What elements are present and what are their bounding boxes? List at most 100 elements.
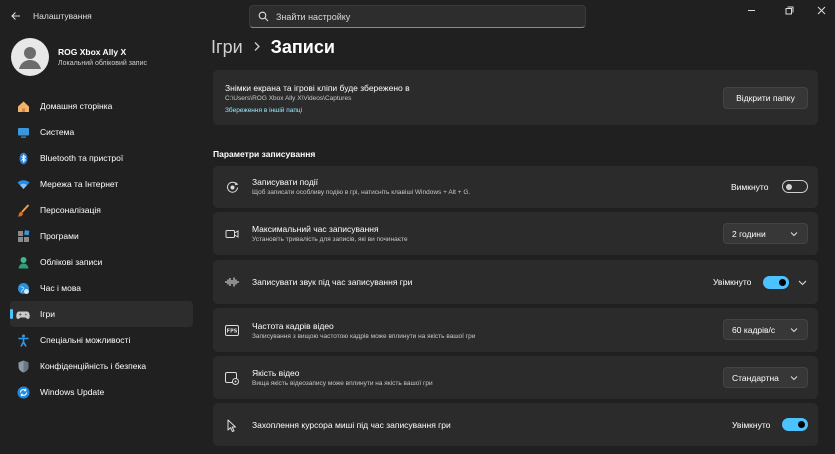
sidebar-item-system[interactable]: Система	[10, 119, 193, 145]
record-events-card: Записувати події Щоб записати особливу п…	[213, 166, 818, 208]
bluetooth-icon	[16, 151, 30, 165]
dropdown-value: 60 кадрів/с	[732, 324, 776, 335]
restore-icon	[785, 6, 793, 14]
chevron-down-icon	[790, 328, 798, 333]
sidebar-item-privacy[interactable]: Конфіденційність і безпека	[10, 353, 193, 379]
sidebar-item-label: Облікові записи	[40, 257, 103, 267]
avatar	[11, 38, 49, 76]
sidebar-item-windows-update[interactable]: Windows Update	[10, 379, 193, 405]
close-button[interactable]	[810, 2, 832, 18]
minimize-button[interactable]	[740, 2, 762, 18]
apps-icon	[16, 229, 30, 243]
chevron-right-icon	[253, 40, 261, 55]
sidebar-item-time-language[interactable]: Час і мова	[10, 275, 193, 301]
frame-rate-dropdown[interactable]: 60 кадрів/с	[723, 319, 808, 340]
sidebar-item-label: Спеціальні можливості	[40, 335, 131, 345]
sidebar-item-label: Bluetooth та пристрої	[40, 153, 124, 163]
dropdown-value: 2 години	[732, 228, 766, 239]
sidebar-item-apps[interactable]: Програми	[10, 223, 193, 249]
close-icon	[817, 6, 825, 14]
page-title: Записи	[270, 37, 335, 57]
dropdown-value: Стандартна	[732, 372, 779, 383]
sidebar-item-label: Персоналізація	[40, 205, 101, 215]
save-location-path: C:\Users\ROG Xbox Ally X\Videos\Captures	[225, 95, 352, 102]
record-audio-title: Записувати звук під час записування гри	[252, 277, 413, 287]
record-events-toggle[interactable]	[782, 180, 808, 193]
video-quality-dropdown[interactable]: Стандартна	[723, 367, 808, 388]
breadcrumb-parent[interactable]: Ігри	[211, 37, 243, 58]
toggle-knob	[779, 279, 786, 286]
sidebar-item-label: Конфіденційність і безпека	[40, 361, 147, 371]
record-audio-card[interactable]: Записувати звук під час записування гри …	[213, 260, 818, 304]
sidebar-item-personalization[interactable]: Персоналізація	[10, 197, 193, 223]
search-icon	[258, 11, 269, 22]
gamepad-icon	[16, 307, 30, 321]
video-camera-icon	[225, 227, 239, 241]
record-audio-state: Увімкнуто	[713, 277, 752, 287]
home-icon	[16, 99, 30, 113]
mouse-cursor-toggle[interactable]	[782, 418, 808, 431]
mouse-cursor-card: Захоплення курсора миші під час записува…	[213, 403, 818, 446]
toggle-knob	[798, 421, 805, 428]
system-icon	[16, 125, 30, 139]
max-recording-time-dropdown[interactable]: 2 години	[723, 223, 808, 244]
maximize-button[interactable]	[778, 2, 800, 18]
record-events-title: Записувати події	[252, 177, 319, 187]
sidebar-item-label: Ігри	[40, 309, 55, 319]
svg-text:FPS: FPS	[227, 328, 238, 334]
sidebar-item-label: Windows Update	[40, 387, 105, 397]
toggle-knob	[786, 183, 792, 190]
record-events-state: Вимкнуто	[731, 182, 769, 192]
profile-account-type: Локальний обліковий запис	[58, 60, 148, 67]
chevron-down-icon	[790, 376, 798, 381]
search-input[interactable]	[276, 10, 576, 24]
video-quality-title: Якість відео	[252, 368, 300, 378]
accessibility-icon	[16, 333, 30, 347]
user-avatar-icon	[19, 47, 41, 69]
recording-section-title: Параметри записування	[213, 149, 316, 159]
mouse-pointer-icon	[225, 418, 239, 432]
profile-name: ROG Xbox Ally X	[58, 47, 127, 57]
sidebar-item-network[interactable]: Мережа та Інтернет	[10, 171, 193, 197]
frame-rate-card: FPS Частота кадрів відео Записування з в…	[213, 308, 818, 352]
minimize-icon	[747, 9, 755, 11]
sidebar-item-gaming[interactable]: Ігри	[10, 301, 193, 327]
wifi-icon	[16, 177, 30, 191]
sidebar-item-bluetooth[interactable]: Bluetooth та пристрої	[10, 145, 193, 171]
app-title: Налаштування	[33, 11, 92, 21]
video-quality-description: Вища якість відеозапису може вплинути на…	[252, 380, 433, 387]
accounts-icon	[16, 255, 30, 269]
search-box[interactable]	[249, 5, 586, 28]
sidebar-item-label: Система	[40, 127, 75, 137]
mouse-cursor-state: Увімкнуто	[732, 420, 771, 430]
shield-icon	[16, 359, 30, 373]
fps-icon: FPS	[225, 323, 239, 337]
frame-rate-description: Записування з вищою частотою кадрів може…	[252, 333, 476, 340]
frame-rate-title: Частота кадрів відео	[252, 321, 334, 331]
record-audio-toggle[interactable]	[763, 276, 789, 289]
back-button[interactable]	[8, 8, 24, 24]
chevron-down-icon[interactable]	[798, 278, 807, 287]
record-events-icon	[225, 180, 239, 194]
update-icon	[16, 385, 30, 399]
video-quality-card: Якість відео Вища якість відеозапису мож…	[213, 356, 818, 399]
max-recording-time-card: Максимальний час записування Установіть …	[213, 212, 818, 255]
mouse-cursor-title: Захоплення курсора миші під час записува…	[252, 420, 451, 430]
audio-wave-icon	[225, 275, 239, 289]
save-location-card: Знімки екрана та ігрові кліпи буде збере…	[213, 70, 818, 125]
sidebar-item-home[interactable]: Домашня сторінка	[10, 93, 193, 119]
open-folder-button[interactable]: Відкрити папку	[723, 87, 808, 109]
change-save-folder-link[interactable]: Збереження в іншій папці	[225, 107, 302, 114]
max-recording-time-description: Установіть тривалість для записів, які в…	[252, 236, 408, 243]
sidebar-item-label: Мережа та Інтернет	[40, 179, 119, 189]
chevron-down-icon	[790, 232, 798, 237]
brush-icon	[16, 203, 30, 217]
sidebar-item-label: Час і мова	[40, 283, 81, 293]
title-bar: Налаштування	[0, 0, 835, 32]
sidebar-item-label: Домашня сторінка	[40, 101, 113, 111]
sidebar-item-accessibility[interactable]: Спеціальні можливості	[10, 327, 193, 353]
video-quality-icon	[225, 371, 239, 385]
sidebar-item-accounts[interactable]: Облікові записи	[10, 249, 193, 275]
breadcrumb: Ігри Записи	[211, 37, 335, 58]
record-events-description: Щоб записати особливу подію в грі, натис…	[252, 189, 471, 196]
